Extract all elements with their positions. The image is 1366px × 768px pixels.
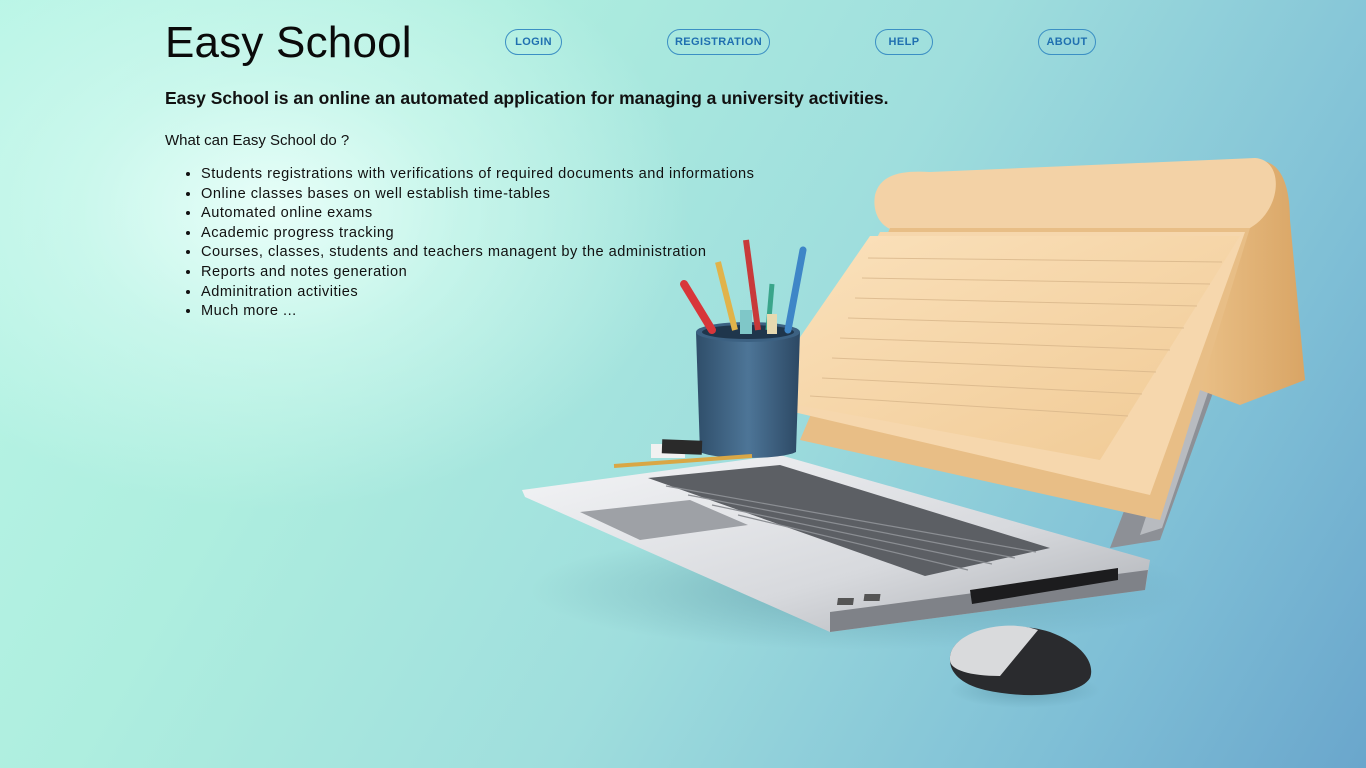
- registration-button[interactable]: REGISTRATION: [667, 29, 770, 55]
- features-heading: What can Easy School do ?: [165, 132, 350, 149]
- help-button[interactable]: HELP: [875, 29, 933, 55]
- notebook-top-curl: [874, 158, 1276, 232]
- pencil-cup: [696, 332, 800, 458]
- site-logo-title: Easy School: [165, 18, 412, 67]
- about-button[interactable]: ABOUT: [1038, 29, 1096, 55]
- tagline: Easy School is an online an automated ap…: [165, 88, 889, 108]
- login-button[interactable]: LOGIN: [505, 29, 562, 55]
- pens-and-pencils: [680, 239, 807, 334]
- laptop-notebook-illustration: [522, 158, 1305, 708]
